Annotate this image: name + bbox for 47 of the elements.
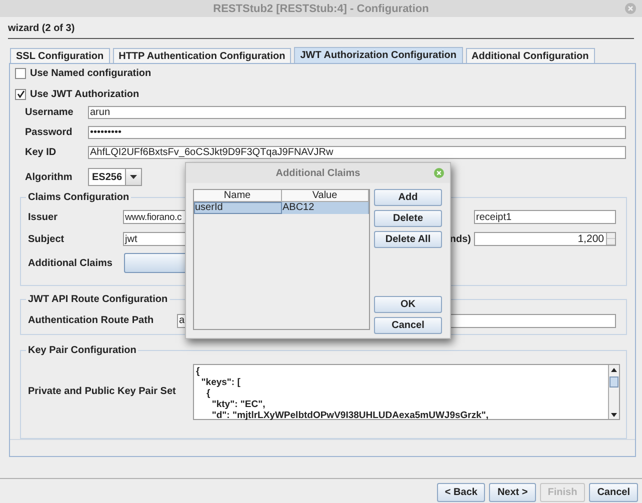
caret-icon [130, 175, 138, 180]
field-label: nds) [450, 234, 471, 245]
algorithm-dropdown[interactable]: ES256 [88, 168, 142, 186]
group-title: Key Pair Configuration [27, 344, 138, 356]
table-row[interactable]: userId ABC12 [194, 202, 369, 214]
field-label: Algorithm [25, 172, 74, 183]
dialog-button[interactable]: Delete [374, 210, 442, 227]
text-field[interactable]: arun [88, 106, 626, 120]
group-title: JWT API Route Configuration [27, 294, 169, 305]
close-icon[interactable] [434, 168, 444, 178]
field-label: Subject [28, 234, 66, 245]
dialog-button[interactable]: Add [374, 189, 442, 206]
tab[interactable]: Additional Configuration [466, 48, 595, 63]
field-label: Private and Public Key Pair Set [28, 386, 177, 398]
field-label: Issuer [28, 212, 58, 223]
dialog-title: Additional Claims [276, 168, 360, 178]
field-label: Authentication Route Path [28, 315, 155, 326]
checkbox[interactable] [15, 88, 26, 100]
field-label: Additional Claims [28, 258, 114, 269]
field-label: Username [25, 107, 74, 118]
table-cell: ABC12 [282, 202, 369, 214]
checkbox[interactable] [15, 68, 26, 80]
key-pair-textarea[interactable]: { "keys": [ { "kty": "EC", "d": "mjtlrLXyWPelbtdOPwV9I38UHLUDAexa5mUWJ9sGrzk", [193, 364, 620, 420]
wizard-step-title: wizard (2 of 3) [8, 23, 75, 34]
field-label: Key ID [25, 147, 58, 158]
table-cell: userId [194, 202, 282, 214]
close-icon[interactable] [625, 3, 636, 14]
text-field[interactable]: receipt1 [474, 210, 616, 224]
dialog-button[interactable]: Cancel [374, 317, 442, 334]
tab[interactable]: HTTP Authentication Configuration [112, 48, 292, 63]
column-header[interactable]: Value [282, 190, 369, 202]
window-title: RESTStub2 [RESTStub:4] - Configuration [213, 2, 429, 14]
dialog-button[interactable]: OK [374, 296, 442, 313]
field-label: Password [25, 127, 74, 138]
dialog-button[interactable]: Delete All [374, 231, 442, 248]
checkbox-label: Use JWT Authorization [30, 88, 140, 100]
wizard-button[interactable]: Next > [489, 483, 536, 502]
text-field[interactable]: AhfLQI2UFf6BxtsFv_6oCSJkt9D9F3QTqaJ9FNAVJRw [88, 146, 626, 160]
text-field[interactable]: ••••••••• [88, 126, 626, 140]
wizard-button[interactable]: Cancel [589, 483, 638, 502]
number-spinner[interactable]: 1,200 [474, 232, 616, 246]
group-title: Claims Configuration [27, 192, 130, 204]
column-header[interactable]: Name [194, 190, 282, 202]
checkbox-label: Use Named configuration [30, 68, 152, 80]
wizard-button[interactable]: < Back [436, 483, 486, 502]
tab[interactable]: JWT Authorization Configuration [294, 47, 463, 63]
tab[interactable]: SSL Configuration [10, 48, 110, 63]
